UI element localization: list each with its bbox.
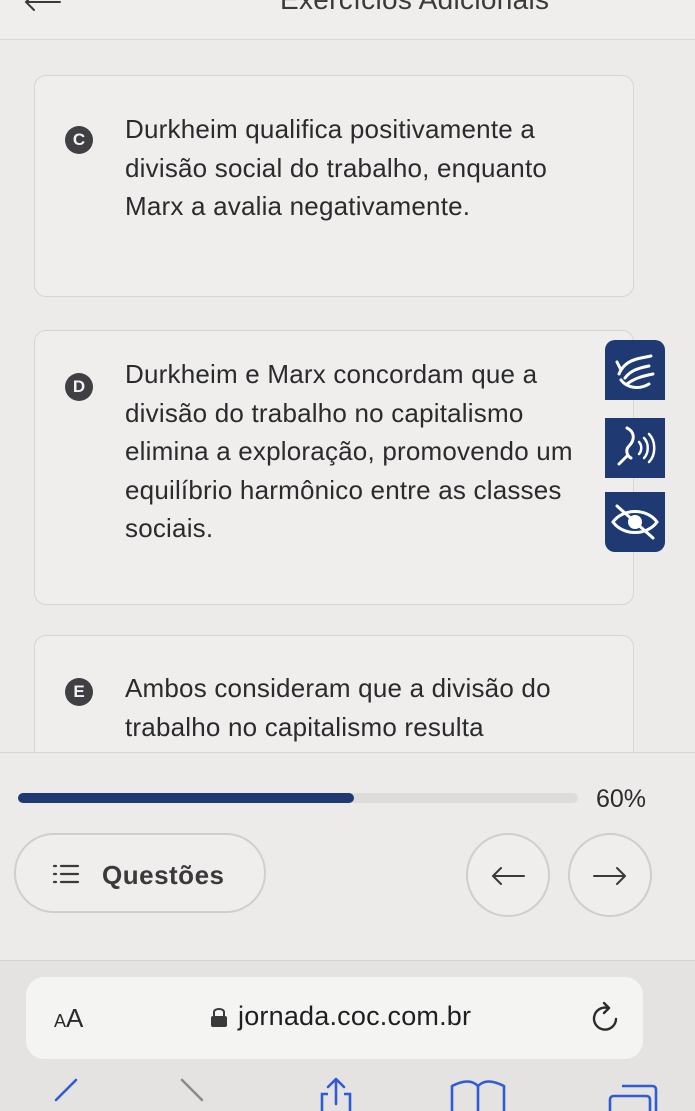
text-size-button[interactable]: AA (54, 1003, 83, 1034)
option-text: Durkheim e Marx concordam que a divisão … (125, 359, 573, 543)
progress-bar-fill (18, 793, 354, 803)
list-icon (52, 860, 80, 888)
back-arrow-icon[interactable] (22, 0, 62, 14)
bottom-nav-panel: 60% Questões (0, 752, 695, 962)
share-icon[interactable] (316, 1076, 356, 1111)
address-bar[interactable]: AA jornada.coc.com.br (26, 977, 643, 1059)
browser-back-icon[interactable] (44, 1076, 84, 1111)
page-title: Exercícios Adicionais (280, 0, 549, 16)
previous-question-button[interactable] (466, 833, 550, 917)
option-card-c[interactable]: C Durkheim qualifica positivamente a div… (34, 75, 634, 297)
browser-forward-icon[interactable] (172, 1076, 212, 1111)
url-text: jornada.coc.com.br (238, 1001, 472, 1031)
progress-label: 60% (596, 785, 647, 813)
next-question-button[interactable] (568, 833, 652, 917)
arrow-right-icon (593, 867, 626, 885)
option-letter-badge: E (65, 678, 93, 706)
option-letter-badge: C (65, 126, 93, 154)
arrow-left-icon (492, 867, 525, 885)
accessibility-widget (605, 340, 665, 552)
page: Exercícios Adicionais C Durkheim qualifi… (0, 0, 695, 1111)
reload-icon[interactable] (590, 1001, 622, 1035)
option-text: Durkheim qualifica positivamente a divis… (125, 114, 548, 221)
audio-icon[interactable] (605, 418, 665, 478)
option-text: Ambos consideram que a divisão do trabal… (125, 673, 551, 742)
bookmarks-icon[interactable] (446, 1076, 510, 1111)
tabs-icon[interactable] (608, 1076, 658, 1111)
lock-icon (210, 1006, 228, 1028)
progress-bar (18, 793, 578, 803)
questions-button-label: Questões (102, 860, 225, 890)
browser-bar: AA jornada.coc.com.br (0, 960, 695, 1111)
browser-toolbar (0, 1076, 695, 1111)
option-card-d[interactable]: D Durkheim e Marx concordam que a divisã… (34, 330, 634, 605)
sign-language-icon[interactable] (605, 340, 665, 400)
questions-button[interactable]: Questões (14, 833, 266, 913)
top-header: Exercícios Adicionais (0, 0, 695, 40)
eye-icon[interactable] (605, 492, 665, 552)
option-letter-badge: D (65, 373, 93, 401)
